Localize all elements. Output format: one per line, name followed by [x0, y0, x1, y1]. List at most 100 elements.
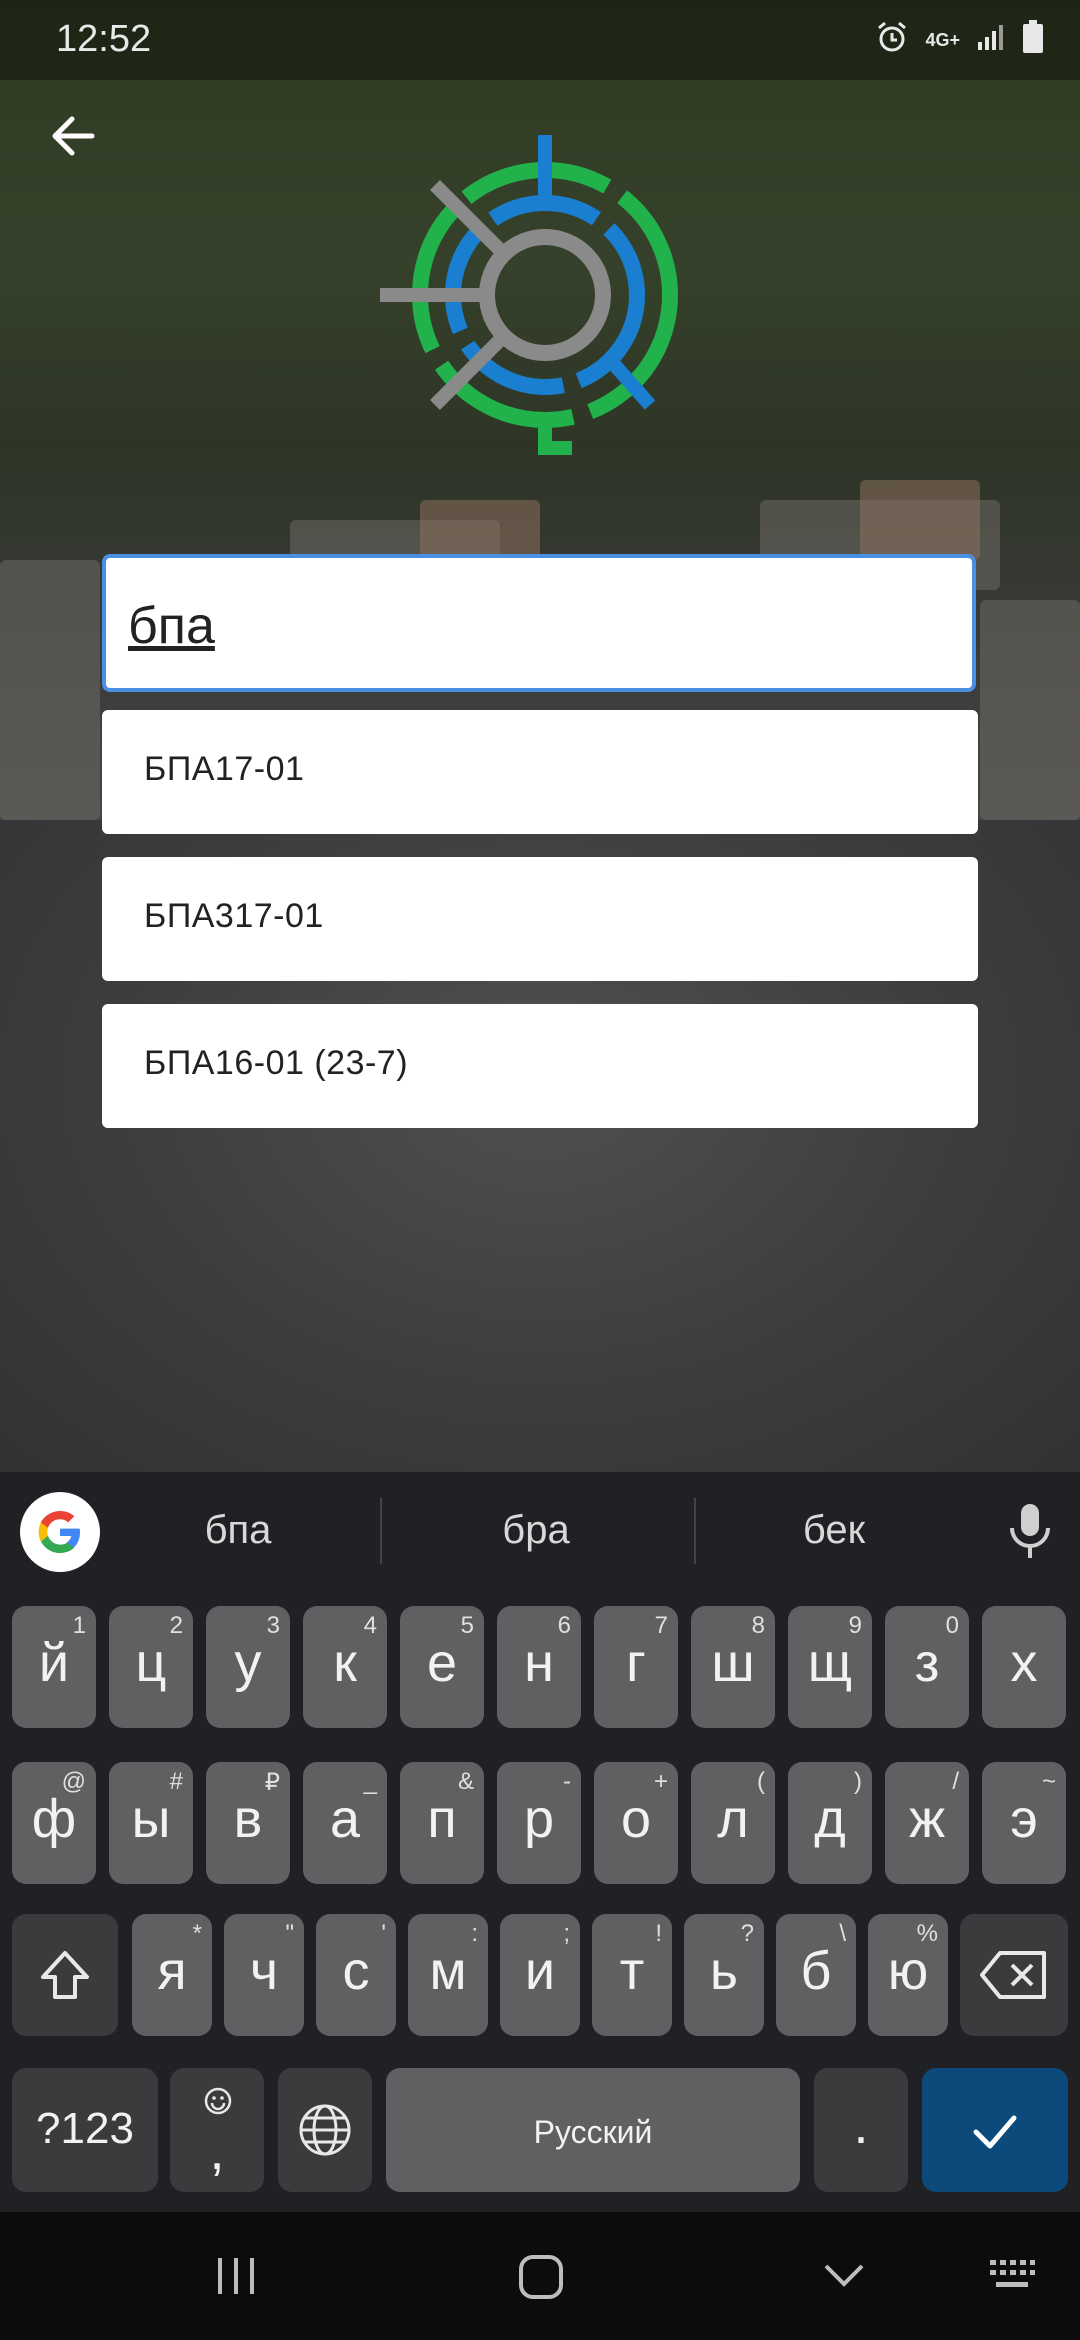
recents-icon[interactable] [214, 2256, 258, 2301]
key-label: ш [711, 1633, 755, 1693]
key-hint: 3 [266, 1612, 280, 1639]
key-э[interactable]: э ~ [982, 1762, 1066, 1884]
key-б[interactable]: б \ [776, 1914, 856, 2036]
key-ь[interactable]: ь? [684, 1914, 764, 2036]
key-т[interactable]: т! [592, 1914, 672, 2036]
key-в[interactable]: в ₽ [206, 1762, 290, 1884]
keyboard-suggestion-1[interactable]: бпа [88, 1508, 388, 1553]
key-е[interactable]: е5 [400, 1606, 484, 1728]
key-label: е [426, 1633, 458, 1693]
key-hint: \ [839, 1920, 846, 1947]
key-label: а [329, 1789, 361, 1849]
key-щ[interactable]: щ9 [788, 1606, 872, 1728]
key-с[interactable]: с ' [316, 1914, 396, 2036]
key-з[interactable]: з0 [885, 1606, 969, 1728]
key-label: л [717, 1789, 749, 1849]
key-hint: 2 [169, 1612, 183, 1639]
back-arrow-icon[interactable] [44, 106, 104, 166]
key-hint: ; [563, 1920, 570, 1947]
globe-key[interactable] [278, 2068, 372, 2192]
key-label: х [1010, 1633, 1038, 1693]
key-у[interactable]: у3 [206, 1606, 290, 1728]
alarm-icon [875, 20, 909, 59]
key-ц[interactable]: ц2 [109, 1606, 193, 1728]
key-ч[interactable]: ч " [224, 1914, 304, 2036]
key-hint: # [169, 1768, 183, 1795]
key-hint: 7 [654, 1612, 668, 1639]
key-label: м [429, 1941, 467, 2001]
key-а[interactable]: а _ [303, 1762, 387, 1884]
key-й[interactable]: й1 [12, 1606, 96, 1728]
navigation-bar [0, 2212, 1080, 2340]
key-ж[interactable]: ж / [885, 1762, 969, 1884]
period-key[interactable]: . [814, 2068, 908, 2192]
key-hint: 9 [848, 1612, 862, 1639]
shift-key[interactable] [12, 1914, 118, 2036]
hide-keyboard-icon[interactable] [822, 2260, 866, 2295]
suggestion-item-2[interactable]: БПА317-01 [102, 857, 978, 981]
globe-icon [297, 2102, 353, 2163]
emoji-comma-key[interactable]: , [170, 2068, 264, 2192]
key-х[interactable]: х [982, 1606, 1066, 1728]
key-hint: : [471, 1920, 478, 1947]
key-к[interactable]: к4 [303, 1606, 387, 1728]
key-ш[interactable]: ш8 [691, 1606, 775, 1728]
microphone-icon[interactable] [1000, 1500, 1060, 1564]
key-hint: 6 [557, 1612, 571, 1639]
key-о[interactable]: о + [594, 1762, 678, 1884]
key-hint: " [285, 1920, 294, 1947]
key-label: п [427, 1789, 457, 1849]
key-label: в [233, 1789, 263, 1849]
suggestion-label: БПА17-01 [144, 750, 305, 788]
key-п[interactable]: п & [400, 1762, 484, 1884]
key-hint: 5 [460, 1612, 474, 1639]
enter-key[interactable] [922, 2068, 1068, 2192]
divider [380, 1498, 382, 1564]
key-я[interactable]: я * [132, 1914, 212, 2036]
keyboard: бпа бра бек ?123 , Русский . й1ц2у3к4 е … [0, 1472, 1080, 2212]
key-ф[interactable]: ф @ [12, 1762, 96, 1884]
key-р[interactable]: р- [497, 1762, 581, 1884]
key-hint: 1 [72, 1612, 86, 1639]
keyboard-suggestion-2[interactable]: бра [386, 1508, 686, 1553]
key-hint: ) [854, 1768, 862, 1795]
key-hint: - [563, 1768, 571, 1795]
key-л[interactable]: л( [691, 1762, 775, 1884]
backspace-key[interactable] [960, 1914, 1068, 2036]
key-label: ь [709, 1941, 739, 2001]
keyboard-suggestion-3[interactable]: бек [684, 1508, 984, 1553]
key-label: н [524, 1633, 554, 1693]
key-и[interactable]: и; [500, 1914, 580, 2036]
symbols-key[interactable]: ?123 [12, 2068, 158, 2192]
app-logo [380, 130, 700, 460]
key-г[interactable]: г7 [594, 1606, 678, 1728]
key-м[interactable]: м: [408, 1914, 488, 2036]
key-hint: 8 [751, 1612, 765, 1639]
home-icon[interactable] [518, 2254, 564, 2305]
key-label: г [626, 1633, 646, 1693]
key-label: т [619, 1941, 645, 2001]
key-label: б [800, 1941, 832, 2001]
key-hint: _ [363, 1768, 377, 1795]
key-label: ы [131, 1789, 171, 1849]
suggestion-item-3[interactable]: БПА16-01 (23-7) [102, 1004, 978, 1128]
key-ы[interactable]: ы # [109, 1762, 193, 1884]
key-hint: ? [740, 1920, 754, 1947]
key-label: у [234, 1633, 262, 1693]
key-ю[interactable]: ю% [868, 1914, 948, 2036]
search-input[interactable]: бпа [102, 554, 976, 692]
battery-icon [1022, 20, 1044, 59]
key-label: э [1010, 1789, 1038, 1849]
key-hint: 4 [363, 1612, 377, 1639]
emoji-icon [203, 2086, 233, 2121]
space-key[interactable]: Русский [386, 2068, 800, 2192]
key-label: ж [908, 1789, 946, 1849]
key-label: й [38, 1633, 70, 1693]
key-hint: / [952, 1768, 959, 1795]
key-hint: ~ [1041, 1768, 1056, 1795]
key-д[interactable]: д) [788, 1762, 872, 1884]
keyboard-switch-icon[interactable] [988, 2258, 1036, 2295]
key-label: д [814, 1789, 846, 1849]
key-н[interactable]: н6 [497, 1606, 581, 1728]
suggestion-item-1[interactable]: БПА17-01 [102, 710, 978, 834]
